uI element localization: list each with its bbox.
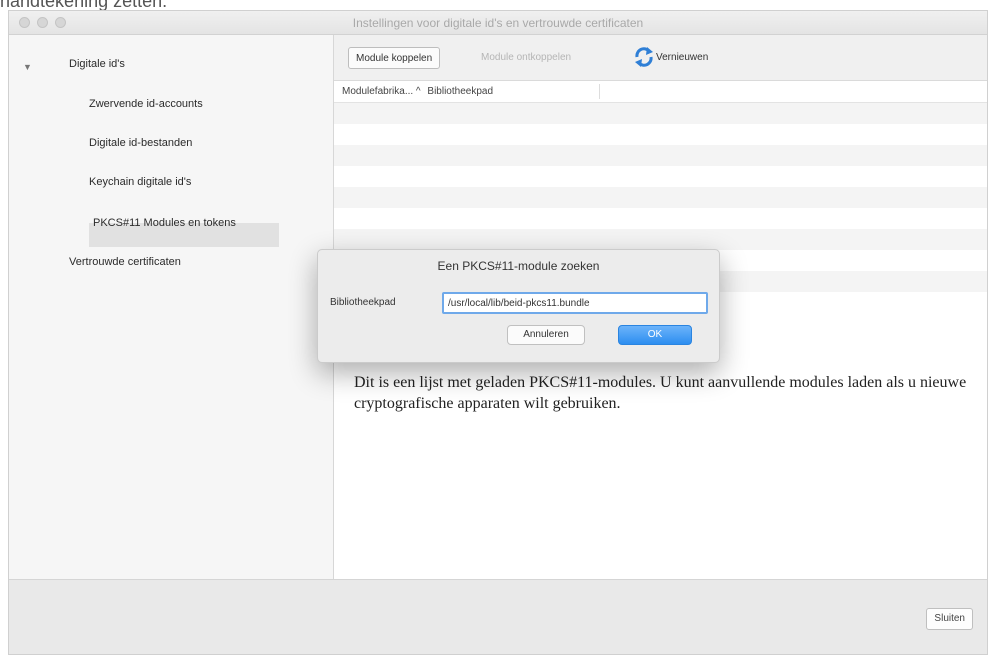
sidebar-item-digital-id-files[interactable]: Digitale id-bestanden — [89, 137, 192, 149]
disclosure-triangle-icon[interactable]: ▼ — [23, 62, 32, 72]
find-module-dialog: Een PKCS#11-module zoeken Bibliotheekpad… — [317, 249, 720, 363]
table-row — [334, 229, 987, 250]
sidebar-item-trusted-certificates[interactable]: Vertrouwde certificaten — [69, 256, 181, 268]
sidebar-item-roaming-id-accounts[interactable]: Zwervende id-accounts — [89, 98, 203, 110]
sidebar-item-keychain-digital-ids[interactable]: Keychain digitale id's — [89, 176, 191, 188]
cancel-button[interactable]: Annuleren — [507, 325, 585, 345]
sidebar-item-digital-ids[interactable]: Digitale id's — [69, 58, 125, 70]
table-row — [334, 145, 987, 166]
refresh-button-label[interactable]: Vernieuwen — [656, 52, 708, 63]
toolbar: Module koppelen Module ontkoppelen Verni… — [334, 35, 987, 81]
ok-button[interactable]: OK — [618, 325, 692, 345]
close-button[interactable]: Sluiten — [926, 608, 973, 630]
column-separator — [599, 84, 600, 99]
table-row — [334, 187, 987, 208]
detach-module-button[interactable]: Module ontkoppelen — [474, 47, 578, 69]
title-bar: Instellingen voor digitale id's en vertr… — [9, 11, 987, 35]
table-row — [334, 103, 987, 124]
table-header: Modulefabrika... ^ Bibliotheekpad — [334, 81, 987, 103]
column-header-label: Modulefabrika... ^ — [342, 86, 421, 97]
dialog-title: Een PKCS#11-module zoeken — [437, 259, 600, 273]
column-header-module-manufacturer[interactable]: Modulefabrika... ^ Bibliotheekpad — [342, 86, 493, 97]
library-path-input[interactable] — [442, 292, 708, 314]
footer-bar: Sluiten — [9, 579, 987, 654]
refresh-icon[interactable] — [634, 45, 654, 69]
column-header-label: Bibliotheekpad — [427, 86, 494, 97]
module-description: Dit is een lijst met geladen PKCS#11-mod… — [354, 374, 967, 412]
window-title: Instellingen voor digitale id's en vertr… — [352, 16, 644, 30]
library-path-label: Bibliotheekpad — [330, 297, 396, 308]
sidebar-item-pkcs11-modules[interactable]: PKCS#11 Modules en tokens — [93, 217, 236, 229]
sidebar: ▼ Digitale id's Zwervende id-accounts Di… — [9, 35, 334, 579]
attach-module-button[interactable]: Module koppelen — [348, 47, 441, 69]
